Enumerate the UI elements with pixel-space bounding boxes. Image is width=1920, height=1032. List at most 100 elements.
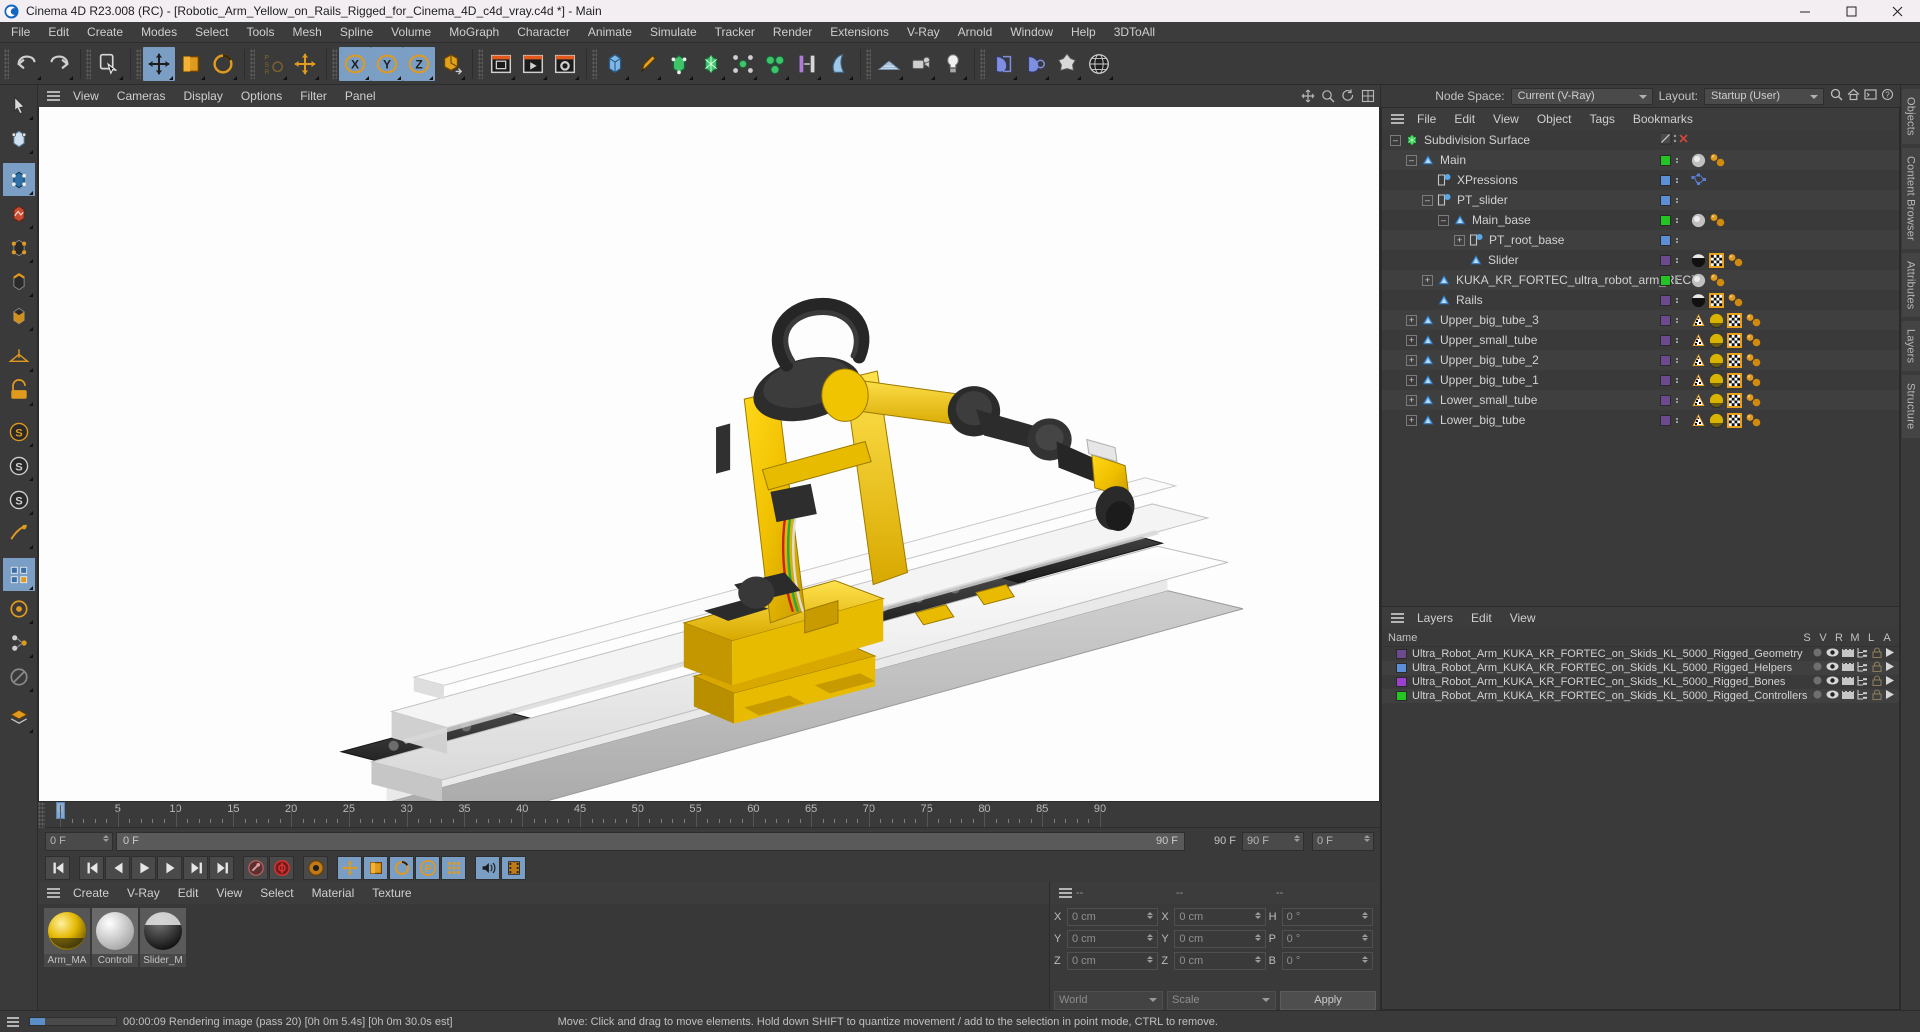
- solo-single-button[interactable]: [3, 592, 35, 625]
- object-row[interactable]: – Main: [1382, 150, 1899, 170]
- toolbar-group-grip[interactable]: [136, 48, 141, 79]
- layer-row[interactable]: Ultra_Robot_Arm_KUKA_KR_FORTEC_on_Skids_…: [1382, 661, 1899, 675]
- material-menu-v-ray[interactable]: V-Ray: [118, 882, 169, 904]
- object-row[interactable]: + PT_root_base: [1382, 230, 1899, 250]
- vertical-tab-content-browser[interactable]: Content Browser: [1901, 147, 1920, 249]
- object-row[interactable]: + Upper_big_tube_2: [1382, 350, 1899, 370]
- menu-tracker[interactable]: Tracker: [706, 22, 764, 43]
- vertical-tab-layers[interactable]: Layers: [1901, 321, 1920, 372]
- viewport-solo-button[interactable]: [2, 558, 35, 591]
- vertical-tab-attributes[interactable]: Attributes: [1901, 252, 1920, 318]
- sound-button[interactable]: [475, 856, 500, 880]
- toolbar-group-grip[interactable]: [250, 48, 255, 79]
- layer-solo-icon[interactable]: [1812, 689, 1823, 703]
- scale-tool-button[interactable]: [175, 47, 207, 81]
- snap-settings-button[interactable]: S: [3, 483, 35, 516]
- layer-menu-view[interactable]: View: [1501, 607, 1545, 629]
- object-layer-swatch[interactable]: [1660, 254, 1671, 266]
- object-layer-swatch[interactable]: [1660, 334, 1671, 346]
- object-enable-toggles[interactable]: [1659, 132, 1694, 148]
- play-button[interactable]: [131, 856, 156, 880]
- layer-menu-edit[interactable]: Edit: [1462, 607, 1501, 629]
- object-tag-orange-dots-tag[interactable]: [1709, 213, 1726, 228]
- coord-position-field-X[interactable]: 0 cm: [1067, 908, 1159, 926]
- object-row[interactable]: Rails: [1382, 290, 1899, 310]
- menu-3dtoall[interactable]: 3DToAll: [1105, 22, 1164, 43]
- layer-color-swatch[interactable]: [1396, 663, 1407, 673]
- viewport-menu-cameras[interactable]: Cameras: [108, 85, 175, 107]
- quantize-button[interactable]: S: [3, 449, 35, 482]
- layer-rows[interactable]: Ultra_Robot_Arm_KUKA_KR_FORTEC_on_Skids_…: [1382, 647, 1899, 703]
- coord-spinner[interactable]: [1147, 956, 1154, 963]
- object-row[interactable]: + Upper_big_tube_3: [1382, 310, 1899, 330]
- layer-color-swatch[interactable]: [1396, 649, 1407, 659]
- viewport-menu-view[interactable]: View: [64, 85, 108, 107]
- object-row[interactable]: – PT_slider: [1382, 190, 1899, 210]
- layer-animation-icon[interactable]: [1885, 661, 1895, 675]
- menu-edit[interactable]: Edit: [39, 22, 78, 43]
- object-tag-sphere-material-tag[interactable]: [1691, 273, 1706, 288]
- menu-render[interactable]: Render: [764, 22, 821, 43]
- object-layer-swatch[interactable]: [1660, 274, 1671, 286]
- layer-lock-icon[interactable]: [1872, 661, 1882, 675]
- object-menu-object[interactable]: Object: [1528, 108, 1581, 130]
- object-row[interactable]: – Main_base: [1382, 210, 1899, 230]
- layer-lock-icon[interactable]: [1872, 647, 1882, 661]
- material-menu-view[interactable]: View: [207, 882, 251, 904]
- menu-file[interactable]: File: [2, 22, 39, 43]
- coord-spinner[interactable]: [1254, 956, 1261, 963]
- object-tag-yellow-material-tag[interactable]: [1709, 333, 1724, 348]
- add-cube-button[interactable]: [599, 47, 631, 81]
- layer-visible-icon[interactable]: [1826, 675, 1839, 689]
- object-tag-xpresso-node-tag[interactable]: [1691, 173, 1707, 188]
- object-expander[interactable]: +: [1422, 274, 1433, 286]
- object-dots-icon[interactable]: [1676, 257, 1678, 263]
- solo-hierarchy-button[interactable]: [3, 626, 35, 659]
- layer-color-swatch[interactable]: [1396, 677, 1407, 687]
- go-to-next-frame-button[interactable]: [157, 856, 182, 880]
- coord-position-field-Y[interactable]: 0 cm: [1067, 930, 1159, 948]
- object-menu-bookmarks[interactable]: Bookmarks: [1624, 108, 1702, 130]
- object-tag-checker-tag[interactable]: [1727, 392, 1742, 408]
- render-settings-button[interactable]: [549, 47, 581, 81]
- object-dots-icon[interactable]: [1676, 417, 1678, 423]
- frame-field-right-spinner[interactable]: [1364, 834, 1370, 842]
- go-to-previous-key-button[interactable]: [79, 856, 104, 880]
- material-menu-create[interactable]: Create: [64, 882, 118, 904]
- search-icon[interactable]: [1830, 88, 1843, 104]
- go-to-previous-frame-button[interactable]: [105, 856, 130, 880]
- object-menu-tags[interactable]: Tags: [1581, 108, 1624, 130]
- object-tag-orange-dots-tag[interactable]: [1745, 333, 1762, 348]
- menu-spline[interactable]: Spline: [331, 22, 382, 43]
- minimize-icon[interactable]: [1782, 0, 1828, 22]
- object-tag-orange-dots-tag[interactable]: [1745, 413, 1762, 428]
- home-icon[interactable]: [1847, 88, 1860, 104]
- add-deformer-button[interactable]: [727, 47, 759, 81]
- pan-icon[interactable]: [1299, 88, 1316, 105]
- object-layer-swatch[interactable]: [1660, 194, 1671, 206]
- layer-row[interactable]: Ultra_Robot_Arm_KUKA_KR_FORTEC_on_Skids_…: [1382, 647, 1899, 661]
- keyframe-selection-button[interactable]: [303, 856, 328, 880]
- object-tag-checker-cone-tag[interactable]: [1691, 353, 1706, 368]
- toolbar-group-grip[interactable]: [478, 48, 483, 79]
- object-tag-orange-dots-tag[interactable]: [1745, 353, 1762, 368]
- viewport-menu-options[interactable]: Options: [232, 85, 291, 107]
- menu-volume[interactable]: Volume: [382, 22, 440, 43]
- layer-visible-icon[interactable]: [1826, 661, 1839, 675]
- help-icon[interactable]: ?: [1881, 88, 1894, 104]
- coord-rotation-field-P[interactable]: 0 °: [1281, 930, 1373, 948]
- coord-rotation-field-H[interactable]: 0 °: [1281, 908, 1373, 926]
- vray-frame-buffer-button[interactable]: [987, 47, 1019, 81]
- object-manager-hamburger-icon[interactable]: [1386, 110, 1408, 128]
- go-to-start-button[interactable]: [45, 856, 70, 880]
- rotation-key-button[interactable]: [389, 856, 414, 880]
- timeline-ruler[interactable]: 051015202530354045505560657075808590: [38, 802, 1380, 828]
- material-thumbnail[interactable]: [44, 908, 90, 954]
- render-queue-button[interactable]: [517, 47, 549, 81]
- layer-button[interactable]: [3, 701, 35, 734]
- coord-spinner[interactable]: [1361, 934, 1368, 941]
- material-menu-texture[interactable]: Texture: [363, 882, 420, 904]
- material-menu-hamburger-icon[interactable]: [42, 884, 64, 902]
- record-active-objects-button[interactable]: [243, 856, 268, 880]
- toolbar-group-grip[interactable]: [332, 48, 337, 79]
